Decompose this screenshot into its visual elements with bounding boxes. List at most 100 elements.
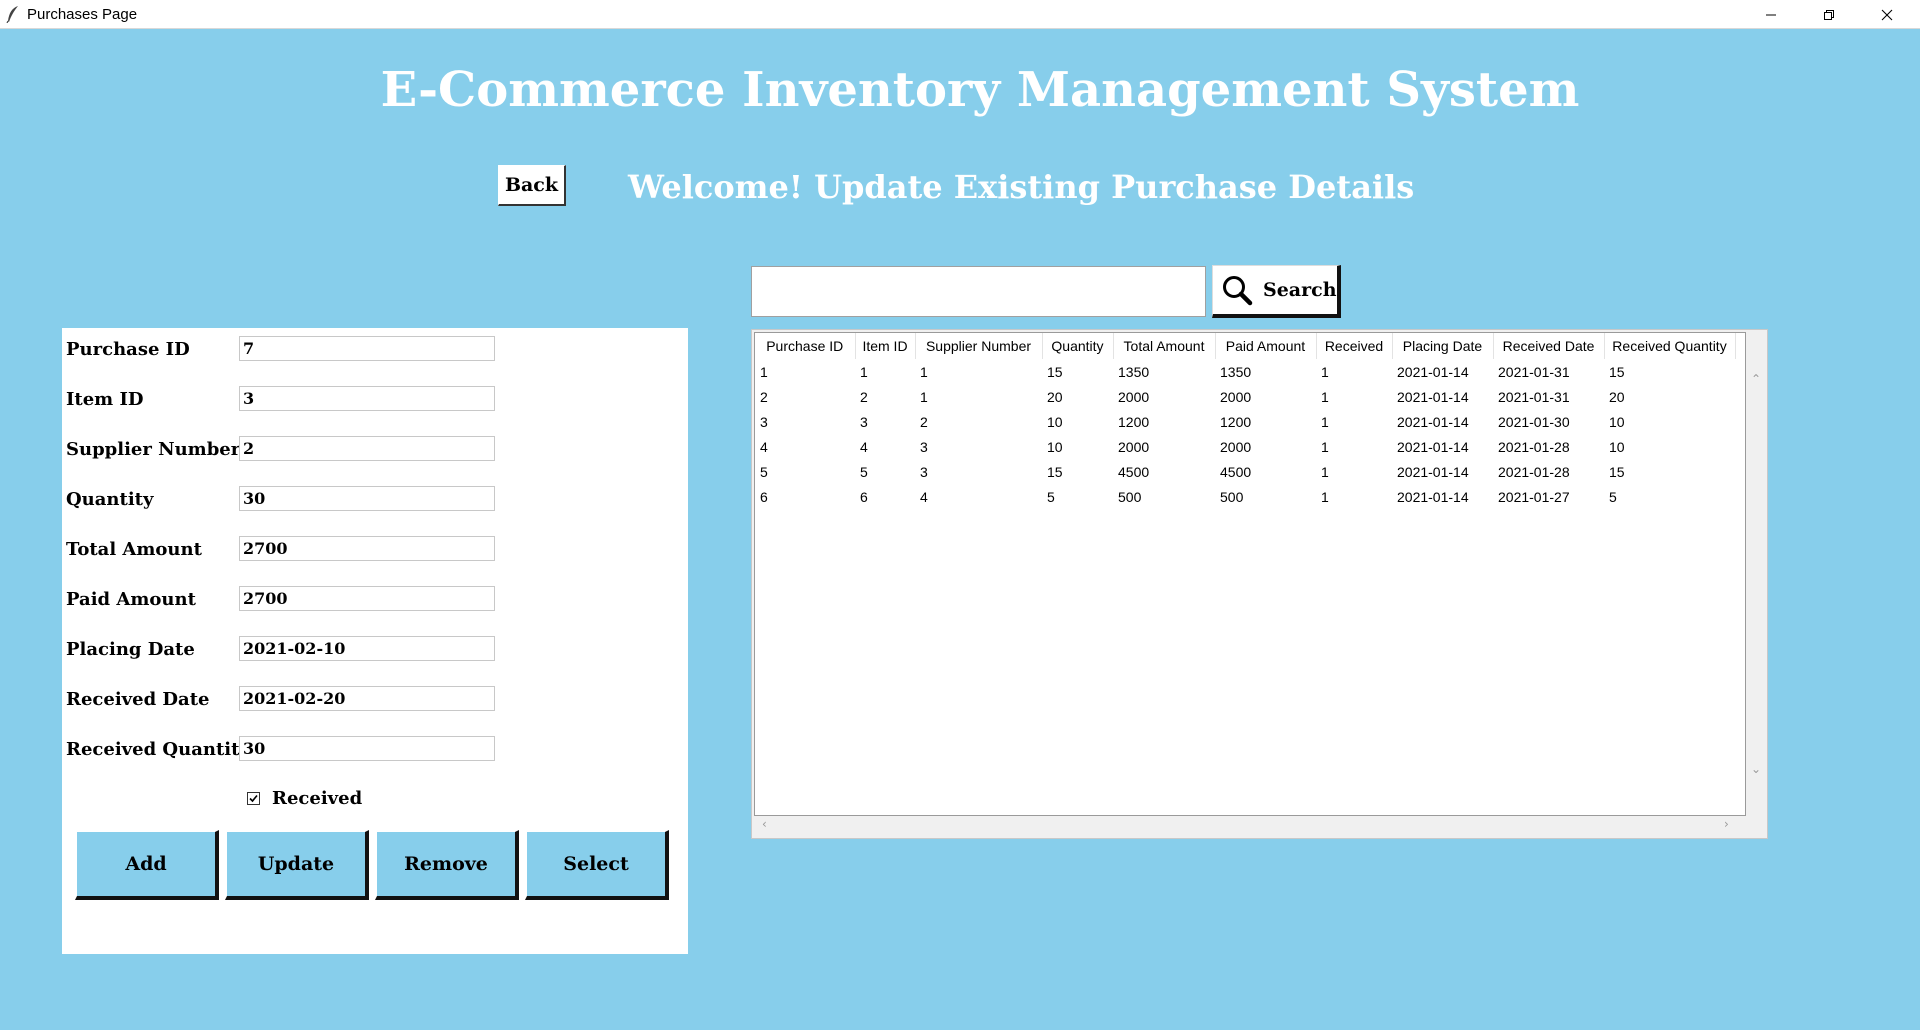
table-cell: 2021-01-28	[1498, 463, 1570, 480]
column-header[interactable]: Purchase ID	[755, 333, 856, 359]
column-header[interactable]: Received Quantity	[1604, 333, 1736, 359]
table-cell: 1200	[1118, 413, 1150, 430]
placing-date-input[interactable]: 2021-02-10	[239, 636, 495, 661]
title-bar: Purchases Page	[0, 0, 1920, 29]
table-cell: 1	[1321, 488, 1329, 505]
table-header-row: Purchase ID Item ID Supplier Number Quan…	[755, 333, 1736, 359]
column-header[interactable]: Quantity	[1042, 333, 1114, 359]
placing-date-label: Placing Date	[66, 639, 195, 660]
vertical-scrollbar[interactable]: ⌃ ⌄	[1748, 332, 1765, 816]
received-date-input[interactable]: 2021-02-20	[239, 686, 495, 711]
search-icon	[1223, 276, 1253, 306]
column-header[interactable]: Total Amount	[1113, 333, 1216, 359]
scroll-right-icon[interactable]: ›	[1724, 817, 1729, 831]
horizontal-scrollbar[interactable]: ‹ ›	[754, 817, 1746, 834]
table-cell: 5	[860, 463, 868, 480]
search-button[interactable]: Search	[1212, 265, 1341, 318]
quantity-input[interactable]: 30	[239, 486, 495, 511]
table-cell: 1200	[1220, 413, 1252, 430]
paid-amount-label: Paid Amount	[66, 589, 196, 610]
table-cell: 5	[1609, 488, 1617, 505]
scroll-up-icon[interactable]: ⌃	[1751, 372, 1761, 386]
window-title: Purchases Page	[27, 6, 138, 23]
page-title: E-Commerce Inventory Management System	[380, 62, 1580, 118]
table-cell: 4500	[1118, 463, 1150, 480]
received-date-label: Received Date	[66, 689, 210, 710]
table-cell: 2	[920, 413, 928, 430]
close-icon	[1881, 9, 1893, 20]
table-cell: 2000	[1220, 438, 1252, 455]
purchases-table[interactable]: Purchase ID Item ID Supplier Number Quan…	[754, 332, 1746, 816]
table-cell: 4	[920, 488, 928, 505]
column-header[interactable]: Received	[1316, 333, 1393, 359]
table-row[interactable]: 3 3 2 10 1200 1200 1 2021-01-14 2021-01-…	[755, 409, 1735, 434]
remove-button[interactable]: Remove	[375, 830, 519, 900]
table-row[interactable]: 4 4 3 10 2000 2000 1 2021-01-14 2021-01-…	[755, 434, 1735, 459]
received-checkbox-label: Received	[272, 788, 363, 809]
update-button[interactable]: Update	[225, 830, 369, 900]
table-cell: 6	[860, 488, 868, 505]
table-cell: 1	[920, 388, 928, 405]
table-cell: 1	[1321, 413, 1329, 430]
table-cell: 2021-01-27	[1498, 488, 1570, 505]
table-cell: 2021-01-14	[1397, 488, 1469, 505]
table-row[interactable]: 2 2 1 20 2000 2000 1 2021-01-14 2021-01-…	[755, 384, 1735, 409]
table-cell: 2021-01-14	[1397, 388, 1469, 405]
column-header[interactable]: Received Date	[1493, 333, 1605, 359]
paid-amount-input[interactable]: 2700	[239, 586, 495, 611]
table-cell: 3	[920, 438, 928, 455]
column-header[interactable]: Paid Amount	[1215, 333, 1317, 359]
received-checkbox-row[interactable]: Received	[247, 788, 362, 809]
table-row[interactable]: 5 5 3 15 4500 4500 1 2021-01-14 2021-01-…	[755, 459, 1735, 484]
minimize-button[interactable]	[1742, 0, 1800, 29]
table-cell: 1	[1321, 463, 1329, 480]
table-cell: 15	[1047, 463, 1063, 480]
total-amount-input[interactable]: 2700	[239, 536, 495, 561]
table-cell: 3	[760, 413, 768, 430]
supplier-number-label: Supplier Number	[66, 439, 241, 460]
table-cell: 5	[760, 463, 768, 480]
column-header[interactable]: Supplier Number	[915, 333, 1043, 359]
close-button[interactable]	[1858, 0, 1916, 29]
table-cell: 10	[1047, 413, 1063, 430]
table-cell: 15	[1047, 363, 1063, 380]
table-cell: 4500	[1220, 463, 1252, 480]
checkmark-icon	[249, 794, 258, 803]
item-id-input[interactable]: 3	[239, 386, 495, 411]
table-cell: 2021-01-31	[1498, 363, 1570, 380]
select-button[interactable]: Select	[525, 830, 669, 900]
search-button-label: Search	[1263, 279, 1337, 301]
restore-button[interactable]	[1800, 0, 1858, 29]
received-quantity-input[interactable]: 30	[239, 736, 495, 761]
table-cell: 1	[920, 363, 928, 380]
table-cell: 20	[1609, 388, 1625, 405]
supplier-number-input[interactable]: 2	[239, 436, 495, 461]
table-cell: 15	[1609, 363, 1625, 380]
scroll-down-icon[interactable]: ⌄	[1751, 762, 1761, 776]
table-cell: 1	[1321, 438, 1329, 455]
purchase-id-input[interactable]: 7	[239, 336, 495, 361]
table-cell: 20	[1047, 388, 1063, 405]
scroll-left-icon[interactable]: ‹	[762, 817, 767, 831]
add-button[interactable]: Add	[75, 830, 219, 900]
table-cell: 1350	[1118, 363, 1150, 380]
back-button[interactable]: Back	[498, 165, 566, 206]
purchases-window: Purchases Page E-Commerce Inventory Mana…	[0, 0, 1920, 1030]
received-checkbox[interactable]	[247, 792, 260, 805]
table-cell: 15	[1609, 463, 1625, 480]
table-cell: 5	[1047, 488, 1055, 505]
purchases-grid: Purchase ID Item ID Supplier Number Quan…	[755, 333, 1736, 509]
table-cell: 2	[760, 388, 768, 405]
table-row[interactable]: 1 1 1 15 1350 1350 1 2021-01-14 2021-01-…	[755, 359, 1735, 384]
table-row[interactable]: 6 6 4 5 500 500 1 2021-01-14 2021-01-27 …	[755, 484, 1735, 509]
page-subtitle: Welcome! Update Existing Purchase Detail…	[628, 168, 1415, 206]
feather-icon	[6, 6, 18, 23]
purchase-id-label: Purchase ID	[66, 339, 190, 360]
table-cell: 10	[1609, 438, 1625, 455]
table-cell: 2021-01-14	[1397, 413, 1469, 430]
search-input[interactable]	[751, 266, 1206, 317]
item-id-label: Item ID	[66, 389, 144, 410]
column-header[interactable]: Item ID	[855, 333, 916, 359]
column-header[interactable]: Placing Date	[1392, 333, 1494, 359]
table-cell: 2000	[1220, 388, 1252, 405]
